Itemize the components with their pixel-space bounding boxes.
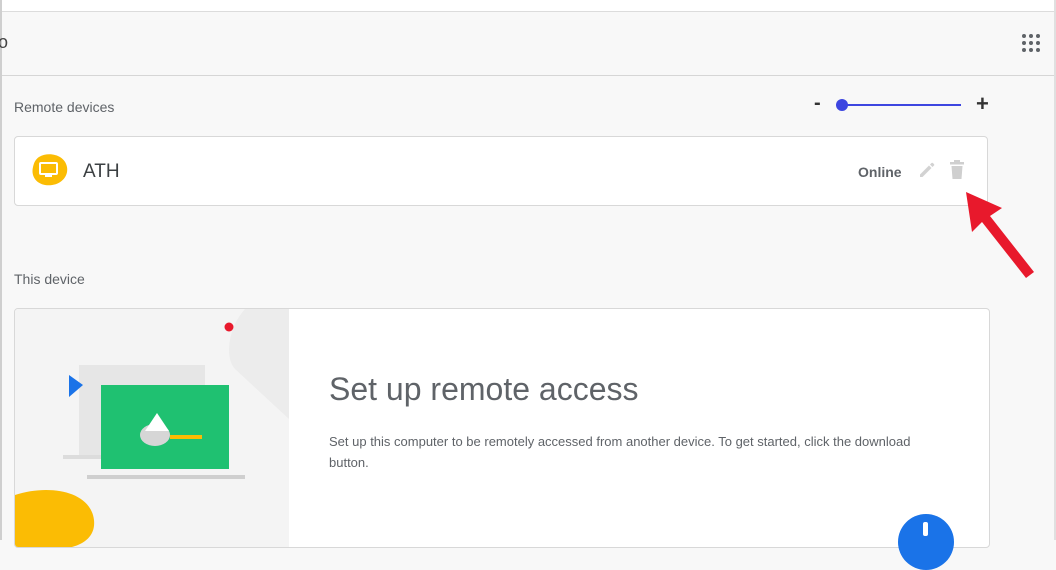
download-icon (923, 522, 928, 536)
zoom-out-button[interactable]: - (814, 92, 821, 115)
remote-devices-heading: Remote devices (14, 99, 115, 115)
setup-remote-access-card: Set up remote access Set up this compute… (14, 308, 990, 548)
app-header: o (0, 12, 1054, 76)
setup-heading: Set up remote access (329, 371, 639, 407)
annotation-arrow-icon (962, 186, 1042, 280)
device-status: Online (858, 164, 902, 180)
device-name: ATH (83, 161, 120, 182)
zoom-control: - + (814, 91, 994, 117)
setup-illustration (15, 309, 289, 547)
edit-pencil-icon[interactable] (917, 160, 937, 180)
device-card-ath[interactable]: ATH Online (14, 136, 988, 206)
delete-trash-icon[interactable] (947, 159, 967, 181)
download-fab-button[interactable] (898, 514, 954, 570)
setup-description: Set up this computer to be remotely acce… (329, 434, 911, 470)
app-logo-fragment: o (0, 32, 9, 52)
google-apps-icon[interactable] (1022, 34, 1040, 52)
window-top-frame (0, 0, 1056, 12)
monitor-icon (31, 153, 69, 187)
this-device-heading: This device (14, 271, 85, 287)
zoom-slider-track[interactable] (841, 104, 961, 106)
zoom-in-button[interactable]: + (976, 91, 989, 117)
zoom-slider-thumb[interactable] (836, 99, 848, 111)
window-left-edge (0, 0, 2, 540)
